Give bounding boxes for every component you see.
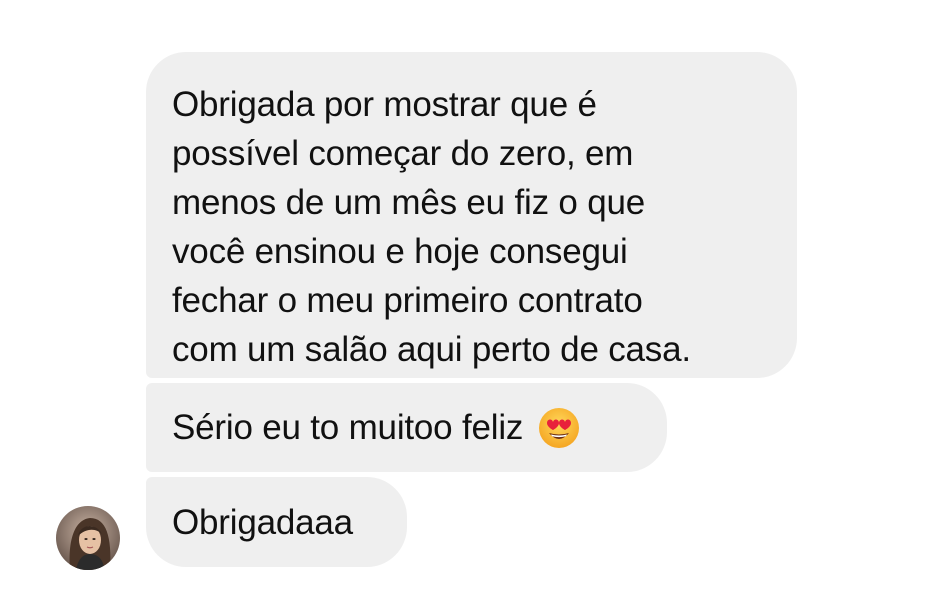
message-line: fechar o meu primeiro contrato [172,281,643,320]
message-bubble[interactable]: Obrigada por mostrar que é possível come… [146,52,797,378]
avatar[interactable] [56,506,120,570]
message-line: possível começar do zero, em [172,134,634,173]
message-bubble[interactable]: Obrigadaaa [146,477,407,567]
message-line: você ensinou e hoje consegui [172,232,628,271]
message-text: Obrigadaaa [172,502,353,542]
message-line: Obrigada por mostrar que é [172,85,597,124]
message-text: Sério eu to muitoo feliz [172,408,524,447]
heart-eyes-emoji-icon [537,406,581,450]
message-line: menos de um mês eu fiz o que [172,183,645,222]
message-bubble[interactable]: Sério eu to muitoo feliz [146,383,667,472]
message-line: com um salão aqui perto de casa. [172,330,691,369]
